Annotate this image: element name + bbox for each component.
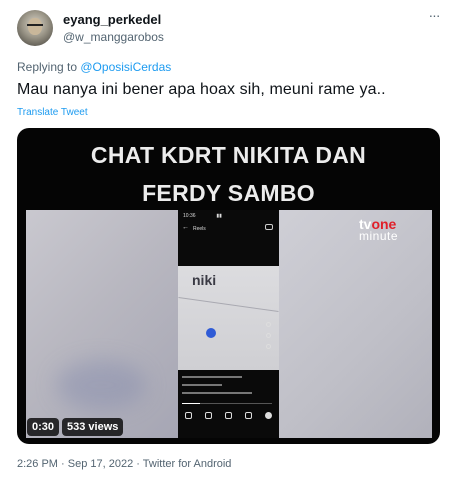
tweet-timestamp[interactable]: 2:26 PM · Sep 17, 2022 · Twitter for And… bbox=[17, 458, 231, 470]
phone-reels-label: Reels bbox=[193, 226, 206, 232]
avatar-glasses bbox=[27, 24, 43, 28]
translate-tweet-link[interactable]: Translate Tweet bbox=[17, 107, 88, 118]
phone-caption: niki bbox=[192, 272, 217, 288]
video-views-badge: 533 views bbox=[62, 418, 124, 436]
phone-meta-lines bbox=[182, 374, 275, 394]
video-frame-left bbox=[26, 210, 178, 438]
author-display-name[interactable]: eyang_perkedel bbox=[63, 12, 161, 27]
avatar[interactable] bbox=[17, 10, 53, 46]
phone-progress-fill bbox=[182, 403, 200, 404]
camera-icon bbox=[265, 224, 273, 230]
phone-nav-bar bbox=[178, 412, 279, 419]
back-arrow-icon: ← bbox=[182, 224, 189, 231]
shop-icon bbox=[245, 412, 253, 419]
phone-side-icons bbox=[266, 322, 271, 355]
blue-dot bbox=[206, 328, 216, 338]
replying-to-line: Replying to @OposisiCerdas bbox=[17, 60, 171, 74]
more-horizontal-icon[interactable]: ··· bbox=[427, 8, 441, 24]
replying-to-link[interactable]: @OposisiCerdas bbox=[80, 60, 171, 74]
video-duration-badge: 0:30 bbox=[27, 418, 60, 436]
video-frame-right: tvone minute bbox=[279, 210, 432, 438]
like-icon bbox=[266, 322, 271, 327]
profile-icon bbox=[265, 412, 273, 419]
phone-line bbox=[178, 296, 279, 313]
comment-icon bbox=[266, 333, 271, 338]
author-handle[interactable]: @w_manggarobos bbox=[63, 30, 164, 44]
tvone-minute-logo: tvone minute bbox=[359, 216, 399, 243]
tweet-card: eyang_perkedel @w_manggarobos ··· Replyi… bbox=[0, 0, 452, 492]
home-icon bbox=[184, 412, 192, 419]
reels-icon bbox=[224, 412, 232, 419]
video-player[interactable]: CHAT KDRT NIKITA DAN FERDY SAMBO 10:36 ▮… bbox=[17, 128, 440, 444]
phone-video-content: niki bbox=[178, 266, 279, 370]
phone-status-bar: 10:36 ▮▮ bbox=[183, 213, 222, 219]
video-title-line-2: FERDY SAMBO bbox=[142, 180, 315, 206]
search-icon bbox=[204, 412, 212, 419]
video-title-line-1: CHAT KDRT NIKITA DAN bbox=[90, 142, 367, 168]
replying-to-prefix: Replying to bbox=[17, 60, 81, 74]
tweet-text: Mau nanya ini bener apa hoax sih, meuni … bbox=[17, 81, 386, 98]
phone-progress-bar bbox=[182, 403, 272, 404]
blur-smudge bbox=[56, 360, 146, 410]
phone-screen-recording: 10:36 ▮▮ ← Reels niki bbox=[178, 210, 279, 438]
share-icon bbox=[266, 344, 271, 349]
